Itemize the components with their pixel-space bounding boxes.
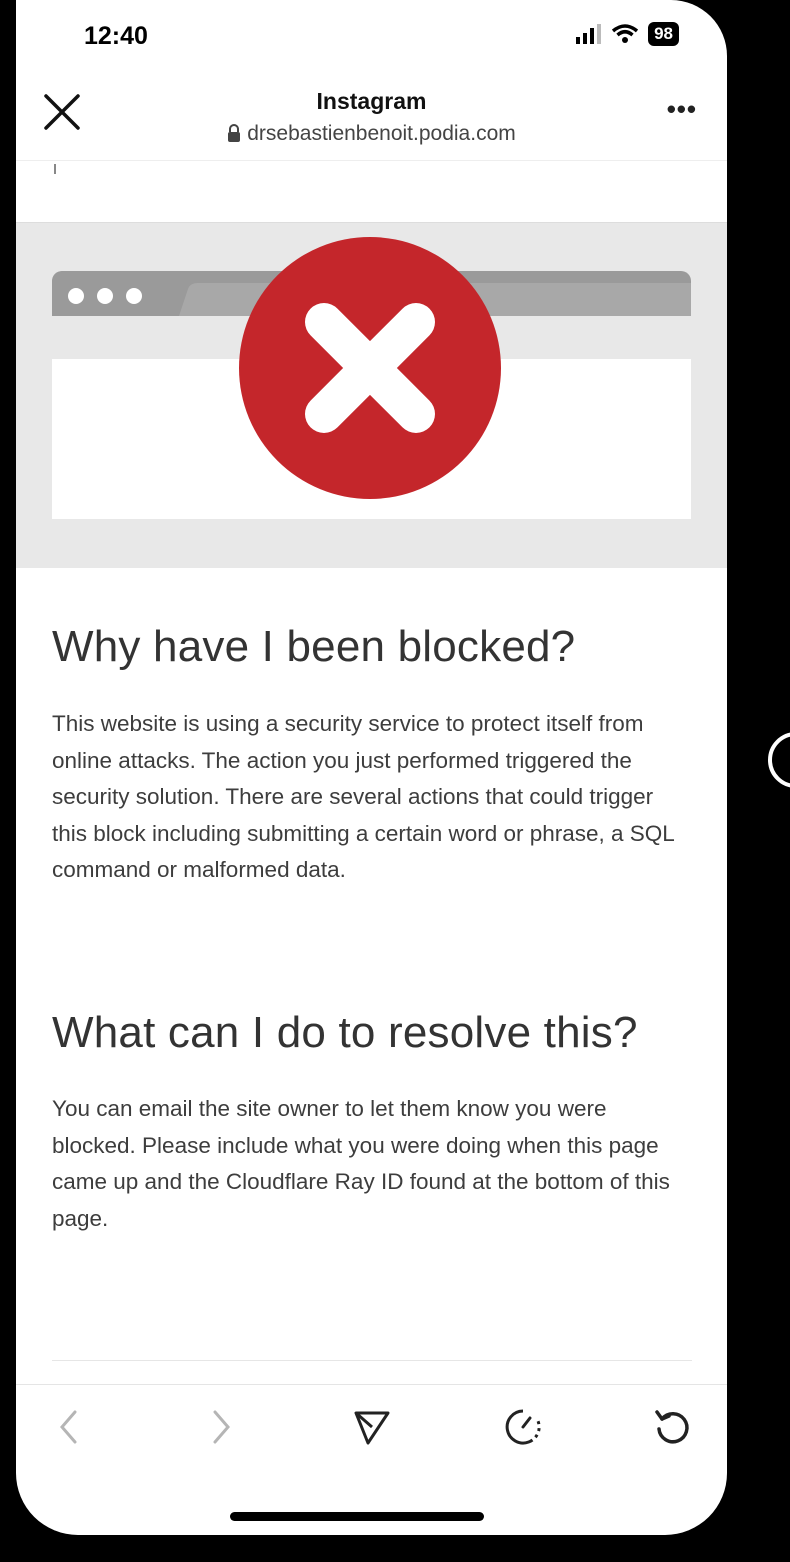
battery-indicator: 98 [648, 22, 679, 46]
nav-url[interactable]: drsebastienbenoit.podia.com [16, 122, 727, 146]
signal-icon [576, 24, 602, 44]
forward-icon[interactable] [200, 1407, 240, 1447]
side-circle-button[interactable] [768, 732, 790, 788]
share-icon[interactable] [352, 1407, 392, 1447]
blocked-browser-graphic [52, 237, 691, 519]
resolve-heading: What can I do to resolve this? [52, 1008, 638, 1057]
wifi-icon [612, 24, 639, 43]
blocked-explanation: This website is using a security service… [52, 711, 674, 882]
browser-nav-bar: Instagram drsebastienbenoit.podia.com ••… [16, 80, 727, 161]
lock-icon [228, 124, 241, 142]
scroll-remnant [54, 164, 56, 174]
divider [52, 1360, 692, 1361]
status-icons: 98 [576, 22, 679, 46]
resolve-explanation: You can email the site owner to let them… [52, 1096, 670, 1231]
reload-icon[interactable] [652, 1407, 692, 1447]
more-icon[interactable]: ••• [667, 94, 697, 125]
status-time: 12:40 [84, 22, 148, 50]
nav-url-text: drsebastienbenoit.podia.com [247, 122, 516, 145]
phone-screen: 12:40 98 Instagram drsebastienbenoit.pod… [16, 0, 727, 1535]
timer-icon[interactable] [503, 1407, 543, 1447]
back-icon[interactable] [50, 1407, 90, 1447]
nav-title: Instagram [316, 88, 427, 114]
blocked-heading: Why have I been blocked? [52, 622, 576, 671]
status-bar: 12:40 98 [16, 0, 727, 70]
browser-toolbar [16, 1384, 727, 1475]
home-indicator[interactable] [230, 1512, 484, 1521]
blocked-illustration [16, 222, 727, 568]
